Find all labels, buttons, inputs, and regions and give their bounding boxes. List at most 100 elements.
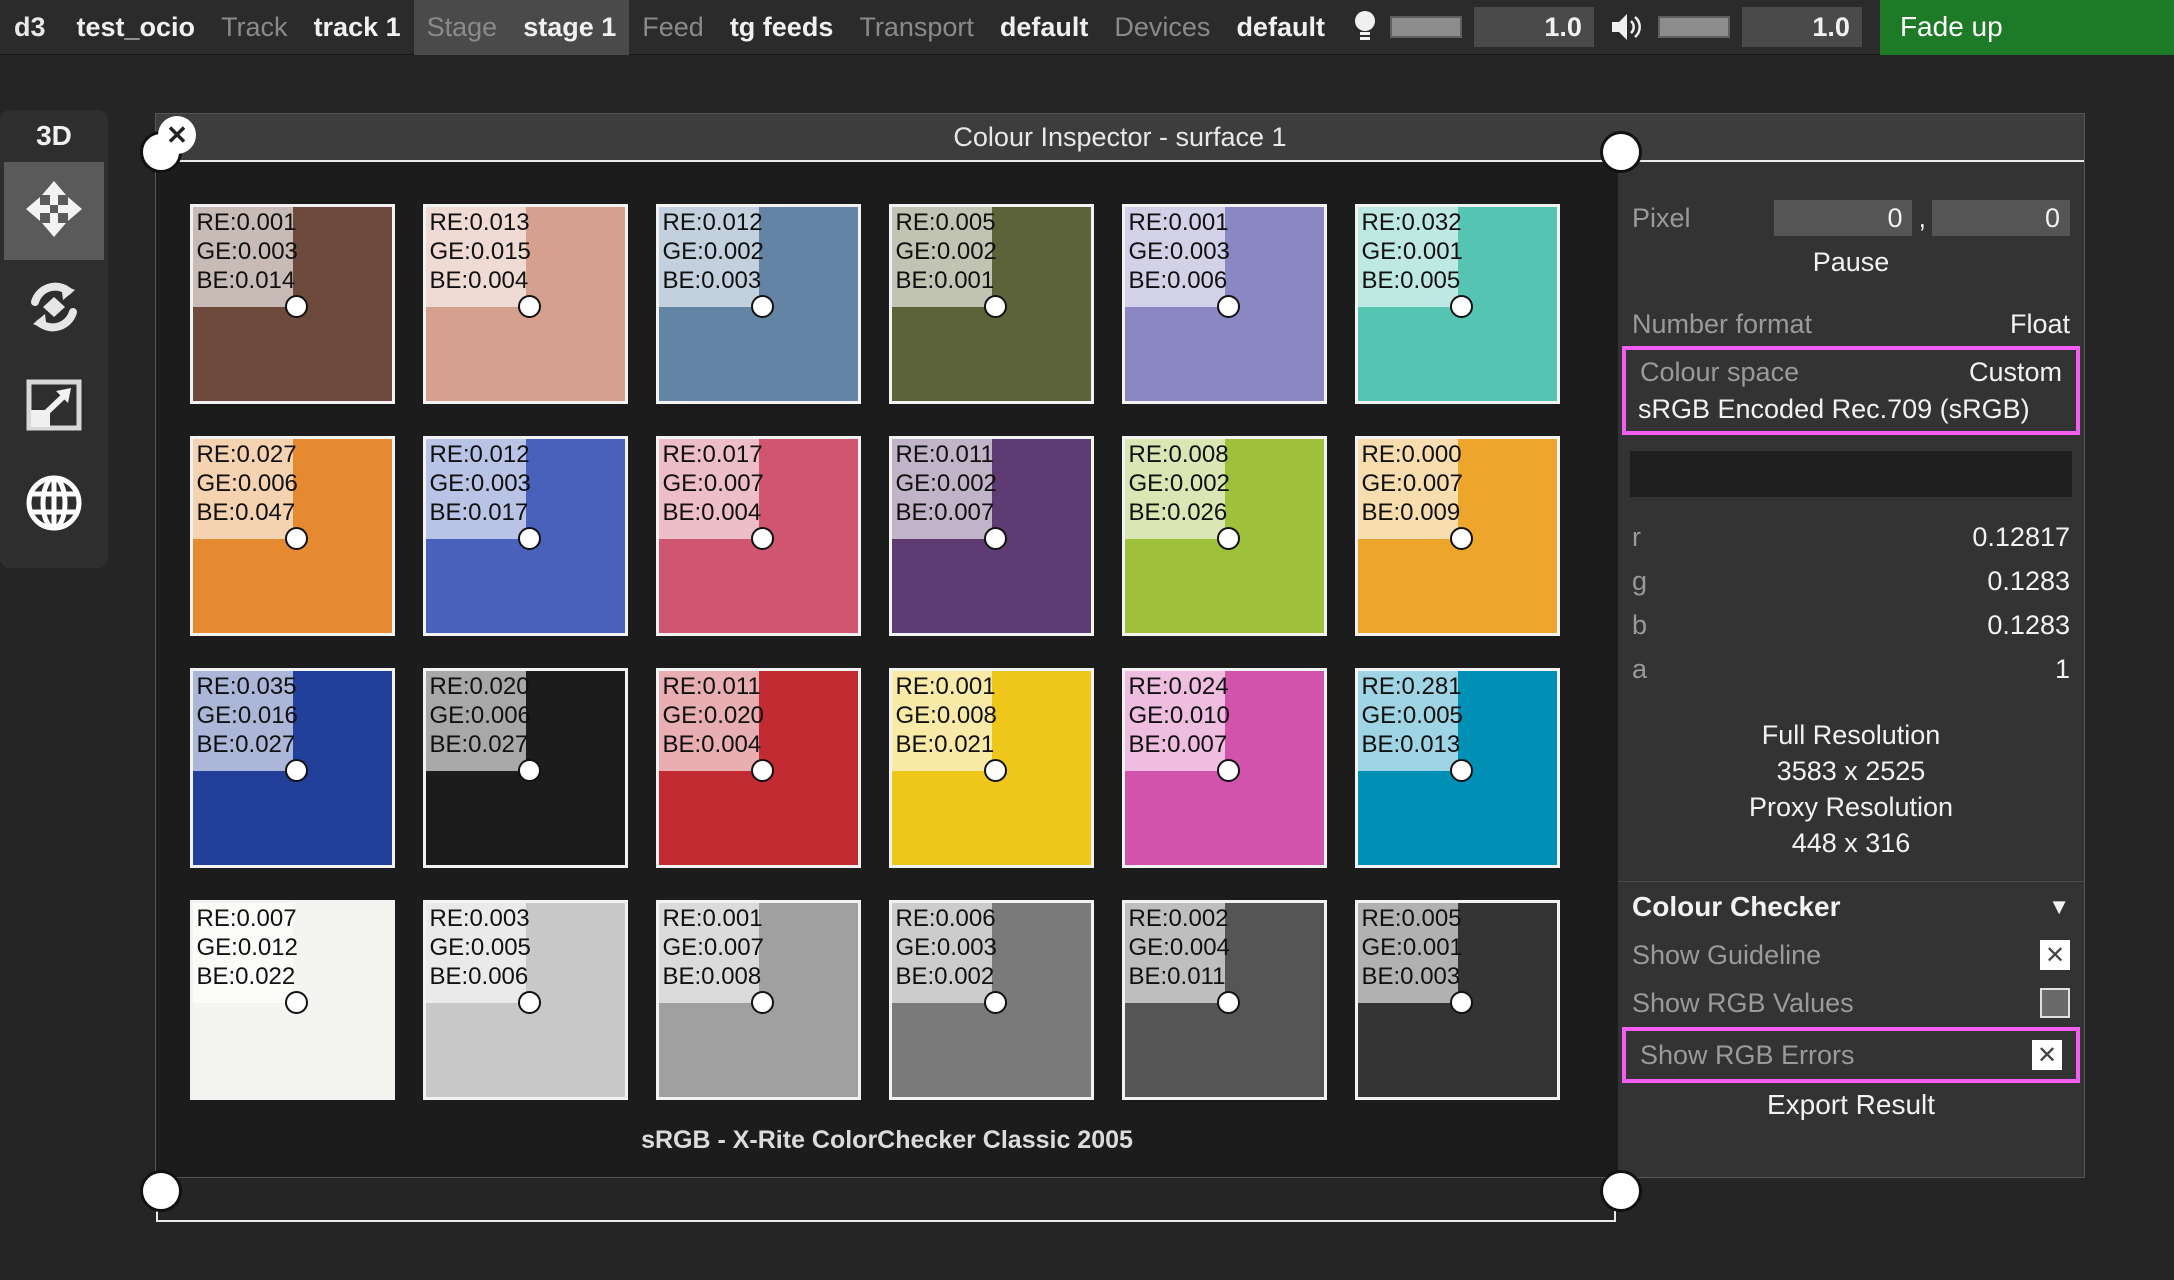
pixel-x-input[interactable]: 0 [1774, 200, 1913, 236]
transport-value[interactable]: default [987, 0, 1102, 55]
feed-value[interactable]: tg feeds [717, 0, 847, 55]
project-name[interactable]: test_ocio [64, 0, 209, 55]
patch-sample-point[interactable] [983, 759, 1007, 782]
show-guideline-row[interactable]: Show Guideline ✕ [1618, 931, 2084, 979]
colour-checker-section-header[interactable]: Colour Checker ▼ [1618, 881, 2084, 931]
colour-patch[interactable]: RE:0.020 GE:0.006 BE:0.027 [422, 668, 628, 868]
patch-sample-point[interactable] [517, 295, 541, 318]
patch-sample-point[interactable] [750, 527, 774, 550]
pixel-y-input[interactable]: 0 [1932, 200, 2070, 236]
colour-patch[interactable]: RE:0.000 GE:0.007 BE:0.009 [1354, 436, 1560, 636]
app-name[interactable]: d3 [0, 0, 64, 55]
volume-slider[interactable] [1657, 16, 1730, 38]
patch-sample-point[interactable] [284, 295, 308, 318]
patch-sample-point[interactable] [750, 991, 774, 1014]
close-icon[interactable]: ✕ [158, 116, 196, 154]
number-format-value[interactable]: Float [2010, 309, 2070, 340]
move-tool-button[interactable] [4, 162, 104, 260]
colour-patch[interactable]: RE:0.035 GE:0.016 BE:0.027 [189, 668, 395, 868]
colour-patch[interactable]: RE:0.005 GE:0.002 BE:0.001 [888, 204, 1094, 404]
show-guideline-checkbox[interactable]: ✕ [2040, 940, 2070, 970]
colour-patch[interactable]: RE:0.032 GE:0.001 BE:0.005 [1354, 204, 1560, 404]
patch-error-values: RE:0.005 GE:0.002 BE:0.001 [896, 208, 997, 295]
rotate-tool-button[interactable] [4, 260, 104, 358]
scale-tool-button[interactable] [4, 358, 104, 456]
colour-patch[interactable]: RE:0.013 GE:0.015 BE:0.004 [422, 204, 628, 404]
devices-value[interactable]: default [1223, 0, 1338, 55]
volume-value[interactable]: 1.0 [1741, 7, 1862, 47]
colour-patch[interactable]: RE:0.002 GE:0.004 BE:0.011 [1121, 900, 1327, 1100]
patch-sample-point[interactable] [1449, 295, 1473, 318]
transport-group[interactable]: Transport default [846, 0, 1101, 55]
patch-sample-point[interactable] [1216, 295, 1240, 318]
channel-row-a: a 1 [1618, 647, 2084, 691]
colour-patch[interactable]: RE:0.024 GE:0.010 BE:0.007 [1121, 668, 1327, 868]
colour-patch[interactable]: RE:0.001 GE:0.008 BE:0.021 [888, 668, 1094, 868]
patch-error-re: RE:0.007 [196, 905, 297, 932]
proxy-resolution-label: Proxy Resolution [1748, 792, 1954, 822]
devices-group[interactable]: Devices default [1101, 0, 1338, 55]
patch-sample-point[interactable] [1449, 991, 1473, 1014]
fade-up-button[interactable]: Fade up [1879, 0, 2174, 55]
colour-patch[interactable]: RE:0.012 GE:0.002 BE:0.003 [655, 204, 861, 404]
show-rgb-values-row[interactable]: Show RGB Values [1618, 979, 2084, 1027]
brightness-value[interactable]: 1.0 [1473, 7, 1594, 47]
track-group[interactable]: Track track 1 [208, 0, 414, 55]
stage-group[interactable]: Stage stage 1 [413, 0, 630, 55]
colour-patch[interactable]: RE:0.006 GE:0.003 BE:0.002 [888, 900, 1094, 1100]
patch-error-values: RE:0.011 GE:0.002 BE:0.007 [896, 440, 997, 527]
resize-handle-bottom-left[interactable] [140, 1170, 182, 1212]
patch-sample-point[interactable] [517, 527, 541, 550]
patch-error-ge: GE:0.001 [1361, 934, 1463, 961]
patch-sample-point[interactable] [1216, 527, 1240, 550]
tool-3d-label: 3D [36, 120, 72, 151]
patch-sample-point[interactable] [983, 991, 1007, 1014]
colour-patch[interactable]: RE:0.017 GE:0.007 BE:0.004 [655, 436, 861, 636]
colour-patch[interactable]: RE:0.001 GE:0.003 BE:0.014 [189, 204, 395, 404]
patch-sample-point[interactable] [983, 527, 1007, 550]
side-top-strip [1618, 162, 2084, 196]
colour-space-row[interactable]: Colour space Custom [1626, 350, 2076, 394]
pause-button[interactable]: Pause [1618, 240, 2084, 284]
colour-patch[interactable]: RE:0.012 GE:0.003 BE:0.017 [422, 436, 628, 636]
patch-sample-point[interactable] [1449, 527, 1473, 550]
patch-sample-point[interactable] [1216, 991, 1240, 1014]
patch-sample-point[interactable] [983, 295, 1007, 318]
patch-error-ge: GE:0.002 [1128, 470, 1230, 497]
colour-patch[interactable]: RE:0.027 GE:0.006 BE:0.047 [189, 436, 395, 636]
patch-sample-point[interactable] [517, 991, 541, 1014]
show-rgb-errors-checkbox[interactable]: ✕ [2032, 1040, 2062, 1070]
colour-space-value[interactable]: Custom [1969, 357, 2062, 388]
show-rgb-errors-row[interactable]: Show RGB Errors ✕ [1626, 1031, 2076, 1079]
patch-sample-point[interactable] [284, 991, 308, 1014]
colour-patch[interactable]: RE:0.001 GE:0.007 BE:0.008 [655, 900, 861, 1100]
track-value[interactable]: track 1 [301, 0, 414, 55]
colour-patch[interactable]: RE:0.003 GE:0.005 BE:0.006 [422, 900, 628, 1100]
brightness-slider[interactable] [1389, 16, 1462, 38]
number-format-row[interactable]: Number format Float [1618, 302, 2084, 346]
resize-handle-top-right[interactable] [1600, 131, 1642, 173]
channel-value-a: 1 [2054, 653, 2070, 684]
colour-patch[interactable]: RE:0.011 GE:0.020 BE:0.004 [655, 668, 861, 868]
patch-sample-point[interactable] [750, 295, 774, 318]
colour-patch[interactable]: RE:0.005 GE:0.001 BE:0.003 [1354, 900, 1560, 1100]
chevron-down-icon[interactable]: ▼ [2048, 894, 2070, 920]
colour-patch[interactable]: RE:0.011 GE:0.002 BE:0.007 [888, 436, 1094, 636]
patch-sample-point[interactable] [517, 759, 541, 782]
patch-sample-point[interactable] [1216, 759, 1240, 782]
colour-patch[interactable]: RE:0.007 GE:0.012 BE:0.022 [189, 900, 395, 1100]
patch-error-be: BE:0.005 [1361, 267, 1461, 294]
stage-value[interactable]: stage 1 [510, 0, 629, 55]
patch-sample-point[interactable] [284, 759, 308, 782]
colour-patch[interactable]: RE:0.281 GE:0.005 BE:0.013 [1354, 668, 1560, 868]
colour-patch[interactable]: RE:0.001 GE:0.003 BE:0.006 [1121, 204, 1327, 404]
colour-patch[interactable]: RE:0.008 GE:0.002 BE:0.026 [1121, 436, 1327, 636]
show-rgb-values-checkbox[interactable] [2040, 988, 2070, 1018]
export-result-button[interactable]: Export Result [1618, 1083, 2084, 1121]
globe-tool-button[interactable] [4, 456, 104, 554]
patch-sample-point[interactable] [284, 527, 308, 550]
patch-sample-point[interactable] [750, 759, 774, 782]
resize-handle-bottom-right[interactable] [1600, 1170, 1642, 1212]
patch-sample-point[interactable] [1449, 759, 1473, 782]
feed-group[interactable]: Feed tg feeds [629, 0, 846, 55]
